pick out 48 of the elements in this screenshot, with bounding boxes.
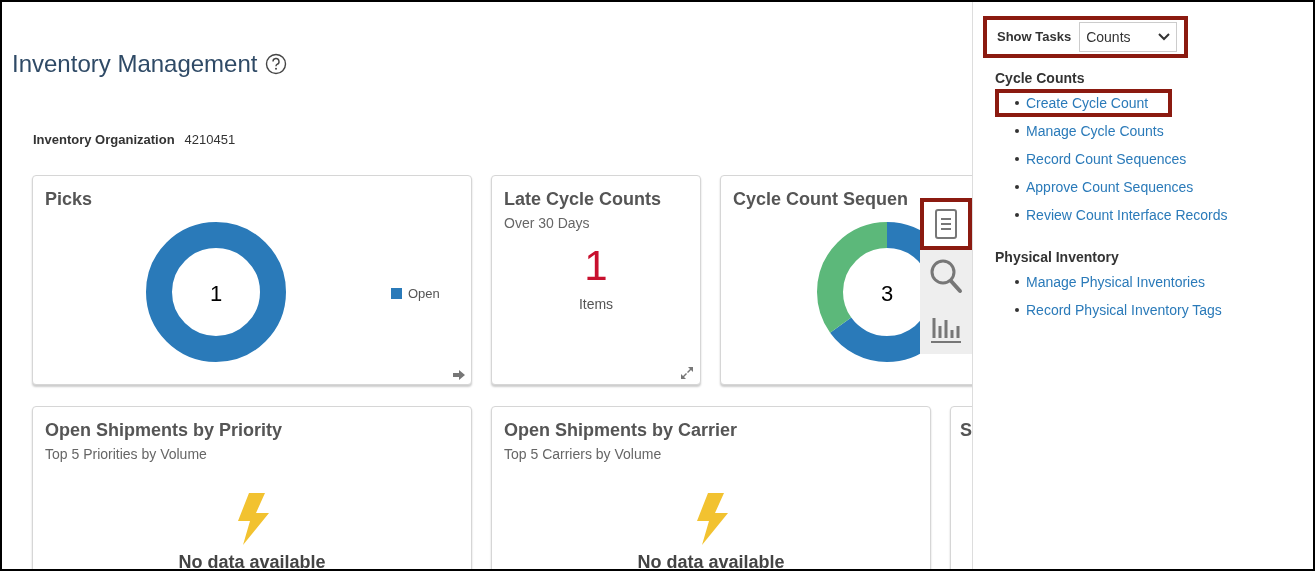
section-heading: Cycle Counts: [995, 69, 1086, 88]
tile-subtitle: Over 30 Days: [504, 214, 591, 233]
empty-state-message: No data available: [636, 551, 786, 569]
chart-view-button[interactable]: [920, 302, 972, 354]
field-label: Inventory Organization: [33, 131, 175, 149]
tasks-dropdown[interactable]: Counts: [1079, 22, 1178, 52]
field-value: 4210451: [184, 131, 236, 149]
help-icon[interactable]: [265, 53, 288, 75]
chart-center-value: 1: [208, 280, 224, 308]
tile-title: Late Cycle Counts: [504, 188, 663, 211]
bullet-icon: [1015, 308, 1019, 312]
empty-state-message: No data available: [177, 551, 327, 569]
lightning-bolt-icon: [694, 493, 728, 545]
metric-value: 1: [583, 242, 609, 290]
list-view-button[interactable]: [920, 198, 972, 250]
legend-label: Open: [408, 285, 440, 303]
task-link[interactable]: Manage Cycle Counts: [1026, 120, 1164, 142]
search-button[interactable]: [920, 250, 972, 302]
task-link[interactable]: Approve Count Sequences: [1026, 176, 1194, 198]
tile-subtitle: Top 5 Priorities by Volume: [45, 445, 208, 464]
arrow-icon[interactable]: [453, 370, 465, 380]
tile-subtitle: Top 5 Carriers by Volume: [504, 445, 663, 464]
bullet-icon: [1015, 280, 1019, 284]
bullet-icon: [1015, 213, 1019, 217]
task-link[interactable]: Create Cycle Count: [1026, 92, 1149, 114]
expand-icon[interactable]: [680, 366, 694, 380]
task-link[interactable]: Record Count Sequences: [1026, 148, 1187, 170]
tile-title: Picks: [45, 188, 94, 211]
tile-title: S: [960, 419, 972, 442]
search-icon: [929, 258, 963, 294]
task-link[interactable]: Review Count Interface Records: [1026, 204, 1228, 226]
field-label: Show Tasks: [997, 28, 1072, 47]
metric-unit: Items: [577, 295, 615, 314]
section-heading: Physical Inventory: [995, 248, 1120, 267]
bullet-icon: [1015, 129, 1019, 133]
bullet-icon: [1015, 157, 1019, 161]
lightning-bolt-icon: [235, 493, 269, 545]
tile-title: Open Shipments by Priority: [45, 419, 284, 442]
tile-title: Cycle Count Sequen: [733, 188, 910, 211]
bullet-icon: [1015, 185, 1019, 189]
page-title: Inventory Management: [12, 49, 258, 79]
task-link[interactable]: Record Physical Inventory Tags: [1026, 299, 1222, 321]
document-icon: [935, 209, 957, 239]
chart-center-value: 3: [879, 280, 895, 308]
bullet-icon: [1015, 101, 1019, 105]
task-link[interactable]: Manage Physical Inventories: [1026, 271, 1205, 293]
chevron-down-icon: [1158, 33, 1171, 41]
tile-title: Open Shipments by Carrier: [504, 419, 739, 442]
